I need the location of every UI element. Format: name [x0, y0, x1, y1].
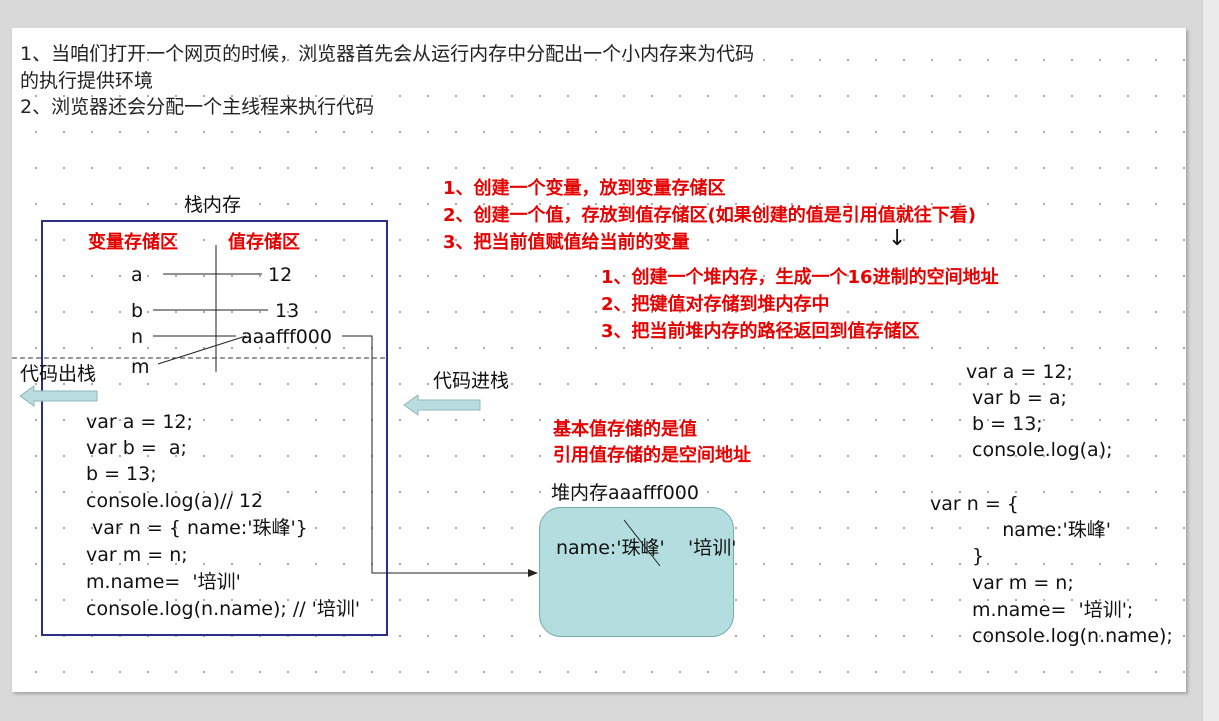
- var-name-a: a: [131, 264, 143, 286]
- stack-code-line-2: var b = a;: [86, 437, 187, 459]
- stack-code-line-6: var m = n;: [86, 544, 188, 566]
- stack-code-line-7: m.name= '培训': [86, 571, 241, 593]
- var-name-m: m: [131, 356, 150, 378]
- var-value-b: 13: [275, 300, 300, 322]
- stack-code-line-8: console.log(n.name); // '培训': [86, 598, 361, 620]
- step-heap-1: 1、创建一个堆内存，生成一个16进制的空间地址: [601, 267, 999, 288]
- variable-area-label: 变量存储区: [88, 232, 178, 253]
- stack-code-line-5: var n = { name:'珠峰'}: [86, 517, 308, 539]
- right-code-line-4: console.log(a);: [966, 439, 1113, 461]
- step-main-1: 1、创建一个变量，放到变量存储区: [443, 178, 726, 199]
- down-arrow-icon: ↓: [888, 226, 907, 251]
- right-code-line-1: var a = 12;: [966, 361, 1073, 383]
- var-value-n: aaafff000: [241, 326, 332, 348]
- stack-code-line-1: var a = 12;: [86, 411, 193, 433]
- right-code-line-8: }: [966, 545, 985, 567]
- intro-line-1: 1、当咱们打开一个网页的时候，浏览器首先会从运行内存中分配出一个小内存来为代码: [20, 43, 755, 65]
- var-name-b: b: [131, 300, 144, 322]
- step-heap-2: 2、把键值对存储到堆内存中: [601, 294, 830, 315]
- step-heap-3: 3、把当前堆内存的路径返回到值存储区: [601, 321, 920, 342]
- step-main-3: 3、把当前值赋值给当前的变量: [443, 232, 690, 253]
- stack-title: 栈内存: [184, 194, 242, 216]
- note-line-2: 引用值存储的是空间地址: [553, 445, 751, 466]
- right-code-line-7: name:'珠峰': [966, 519, 1111, 541]
- heap-memory-box: [539, 507, 734, 637]
- right-code-line-2: var b = a;: [966, 387, 1067, 409]
- value-area-label: 值存储区: [228, 232, 300, 253]
- stack-code-line-3: b = 13;: [86, 463, 157, 485]
- right-code-line-11: console.log(n.name);: [966, 625, 1173, 647]
- right-code-line-10: m.name= '培训';: [966, 599, 1134, 621]
- right-code-line-9: var m = n;: [966, 572, 1074, 594]
- right-code-line-3: b = 13;: [966, 413, 1043, 435]
- heap-title: 堆内存aaafff000: [551, 482, 699, 504]
- stack-code-line-4: console.log(a)// 12: [86, 490, 264, 512]
- note-line-1: 基本值存储的是值: [553, 419, 697, 440]
- var-name-n: n: [131, 326, 144, 348]
- heap-new-value: '培训': [688, 537, 737, 559]
- intro-line-3: 2、浏览器还会分配一个主线程来执行代码: [20, 96, 375, 118]
- var-value-a: 12: [268, 264, 293, 286]
- code-pop-label: 代码出栈: [20, 363, 97, 385]
- code-push-label: 代码进栈: [433, 370, 510, 392]
- heap-key-value: name:'珠峰': [556, 537, 665, 559]
- right-code-line-6: var n = {: [930, 493, 1019, 515]
- vertical-scrollbar[interactable]: [1202, 0, 1219, 721]
- step-main-2: 2、创建一个值，存放到值存储区(如果创建的值是引用值就往下看): [443, 205, 976, 226]
- intro-line-2: 的执行提供环境: [20, 70, 154, 92]
